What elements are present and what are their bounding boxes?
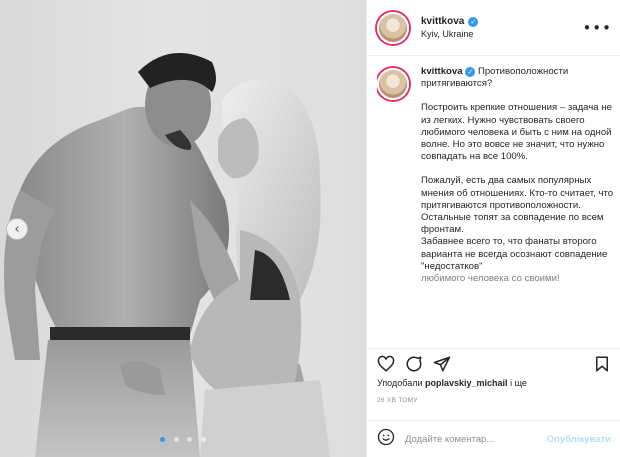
header-username-row: kvittkova ✓: [421, 16, 582, 27]
caption-username-link[interactable]: kvittkova: [421, 66, 463, 77]
likes-suffix[interactable]: і ще: [510, 378, 527, 388]
caption-paragraph: Забавнее всего то, что фанаты второго ва…: [421, 236, 608, 272]
emoji-icon[interactable]: [377, 428, 395, 451]
caption-body: kvittkova ✓ Противоположности притягиваю…: [421, 66, 614, 344]
post-header: kvittkova ✓ Kyiv, Ukraine •••: [367, 0, 620, 56]
caption-paragraph: Построить крепкие отношения – задача не …: [421, 102, 612, 163]
caption-title-line: kvittkova ✓ Противоположности притягиваю…: [421, 66, 614, 90]
carousel-dot: [173, 437, 179, 442]
bookmark-icon[interactable]: [593, 355, 611, 373]
location-link[interactable]: Kyiv, Ukraine: [421, 29, 582, 39]
more-options-icon[interactable]: •••: [582, 19, 612, 37]
carousel-prev-button[interactable]: ‹: [6, 218, 28, 240]
comment-bar: Опублікувати: [367, 420, 620, 457]
verified-badge-icon: ✓: [468, 16, 479, 27]
post-photo[interactable]: ‹: [0, 0, 366, 457]
caption-paragraph: любимого человека со своими!: [421, 273, 560, 285]
username-link[interactable]: kvittkova: [421, 16, 464, 27]
photo-illustration: [4, 53, 330, 457]
post-side-panel: kvittkova ✓ Kyiv, Ukraine ••• kvittkova …: [366, 0, 620, 457]
comment-input[interactable]: [405, 433, 547, 445]
carousel-dot: [200, 437, 206, 442]
caption: kvittkova ✓ Противоположности притягиваю…: [377, 66, 614, 344]
verified-badge-icon: ✓: [465, 67, 476, 77]
action-bar: [367, 348, 620, 378]
carousel-dot: [187, 437, 193, 442]
carousel-indicator: [0, 429, 366, 447]
likes-prefix: Уподобали: [377, 378, 423, 388]
caption-paragraph: Пожалуй, есть два самых популярных мнени…: [421, 175, 614, 236]
carousel-dot: [160, 437, 166, 442]
liker-username-link[interactable]: poplavskiy_michail: [425, 378, 508, 388]
header-text: kvittkova ✓ Kyiv, Ukraine: [421, 16, 582, 39]
post-comment-button[interactable]: Опублікувати: [547, 434, 611, 445]
heart-icon[interactable]: [377, 355, 395, 373]
comment-icon[interactable]: [405, 355, 423, 373]
likes-line: Уподобали poplavskiy_michail і ще: [377, 378, 527, 388]
avatar[interactable]: [377, 11, 409, 44]
share-icon[interactable]: [433, 355, 451, 373]
caption-avatar[interactable]: [377, 68, 409, 100]
post-timestamp[interactable]: 26 ХВ ТОМУ: [377, 397, 418, 404]
